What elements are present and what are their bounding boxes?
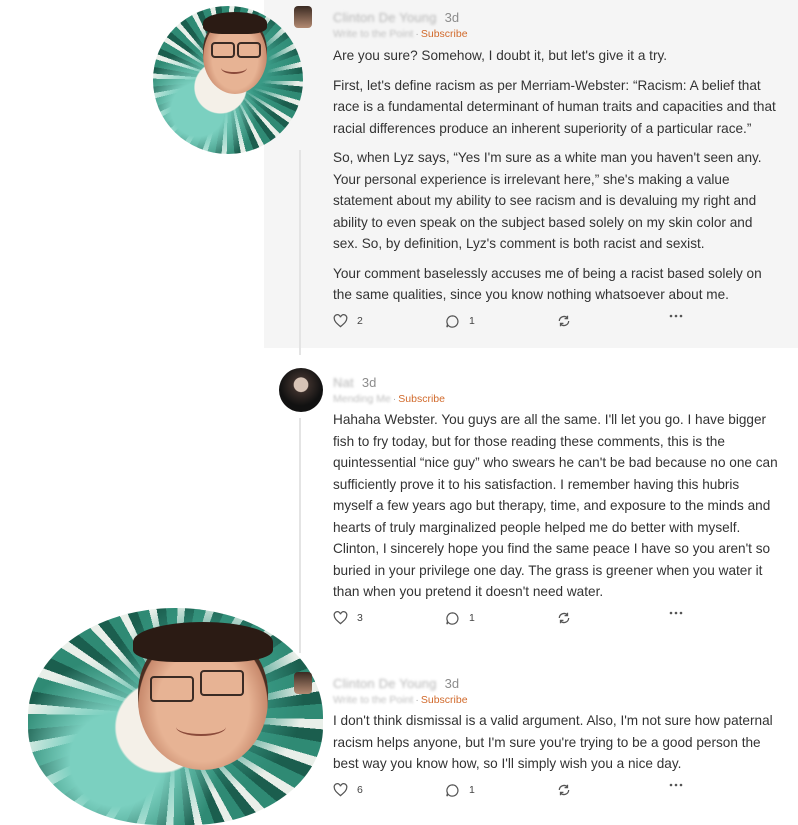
comment-actions: 6 1 [333,782,778,803]
comment-body: Are you sure? Somehow, I doubt it, but l… [333,45,778,306]
restack-icon [558,612,570,623]
separator-dot: · [415,694,419,706]
avatar-hair [133,622,273,662]
author-name[interactable]: Clinton De Young [333,676,437,691]
avatar-mini [294,6,312,28]
publication-name[interactable]: Write to the Point [333,26,413,42]
thread-line [299,418,301,653]
avatar[interactable] [279,368,323,412]
restack-icon [558,315,570,326]
avatar-smile [221,62,247,74]
subscribe-link[interactable]: Subscribe [421,28,468,40]
restack-button[interactable] [557,314,571,328]
ellipsis-icon [669,611,683,614]
speech-bubble-icon [446,783,459,797]
avatar-glasses [211,42,235,58]
comment: Clinton De Young 3d Write to the Point · S… [333,671,778,803]
avatar[interactable] [153,6,303,154]
comment-actions: 3 1 [333,610,778,631]
speech-bubble-icon [446,611,459,625]
heart-icon [333,782,348,796]
reply-count: 1 [469,315,475,327]
comment-paragraph: Your comment baselessly accuses me of be… [333,265,762,303]
separator-dot: · [415,28,419,40]
comment-paragraph: I don't think dismissal is a valid argum… [333,713,773,771]
avatar-smile [176,718,226,736]
thread-line [299,150,301,355]
like-button[interactable]: 6 [333,782,363,797]
heart-icon [333,610,348,624]
ellipsis-icon [669,783,683,786]
comment-paragraph: Hahaha Webster. You guys are all the sam… [333,412,778,599]
restack-button[interactable] [557,783,571,797]
more-button[interactable] [669,783,683,787]
publication-row: Write to the Point · Subscribe [333,692,778,708]
comment-age: 3d [444,676,460,691]
more-button[interactable] [669,314,683,318]
avatar-glasses [150,676,194,702]
reply-count: 1 [469,784,475,796]
comment-age: 3d [361,375,377,390]
speech-bubble-icon [446,314,459,328]
reply-count: 1 [469,612,475,624]
comment-actions: 2 1 [333,313,778,334]
restack-button[interactable] [557,611,571,625]
comment-body: I don't think dismissal is a valid argum… [333,710,778,775]
like-count: 3 [357,611,363,624]
more-button[interactable] [669,611,683,615]
heart-icon [333,313,348,327]
avatar-hair [203,12,267,34]
like-count: 2 [357,314,363,327]
reply-button[interactable]: 1 [445,783,475,798]
like-button[interactable]: 3 [333,610,363,625]
publication-name[interactable]: Write to the Point [333,692,413,708]
comment-paragraph: Are you sure? Somehow, I doubt it, but l… [333,48,668,63]
avatar-mini [294,672,312,694]
comment-age: 3d [444,10,460,25]
comment-paragraph: So, when Lyz says, “Yes I'm sure as a wh… [333,150,762,251]
avatar-glasses [200,670,244,696]
comment-header: Nat 3d [333,370,778,390]
avatar-glasses [237,42,261,58]
comment: Clinton De Young 3d Write to the Point · S… [333,5,778,334]
comment: Nat 3d Mending Me · Subscribe Hahaha Webst… [333,370,778,631]
reply-button[interactable]: 1 [445,314,475,329]
like-button[interactable]: 2 [333,313,363,328]
comment-paragraph: First, let's define racism as per Merria… [333,77,776,136]
reply-button[interactable]: 1 [445,611,475,626]
separator-dot: · [392,393,397,405]
comment-header: Clinton De Young 3d [333,5,778,25]
avatar[interactable] [28,608,323,825]
subscribe-link[interactable]: Subscribe [421,694,468,706]
like-count: 6 [357,783,363,796]
author-name[interactable]: Clinton De Young [333,10,437,25]
ellipsis-icon [669,314,683,317]
author-name[interactable]: Nat [333,375,354,390]
comment-body: Hahaha Webster. You guys are all the sam… [333,409,778,603]
publication-row: Write to the Point · Subscribe [333,26,778,42]
publication-row: Mending Me · Subscribe [333,391,778,407]
comment-header: Clinton De Young 3d [333,671,778,691]
publication-name[interactable]: Mending Me [333,391,391,407]
restack-icon [558,784,570,795]
subscribe-link[interactable]: Subscribe [398,393,445,405]
